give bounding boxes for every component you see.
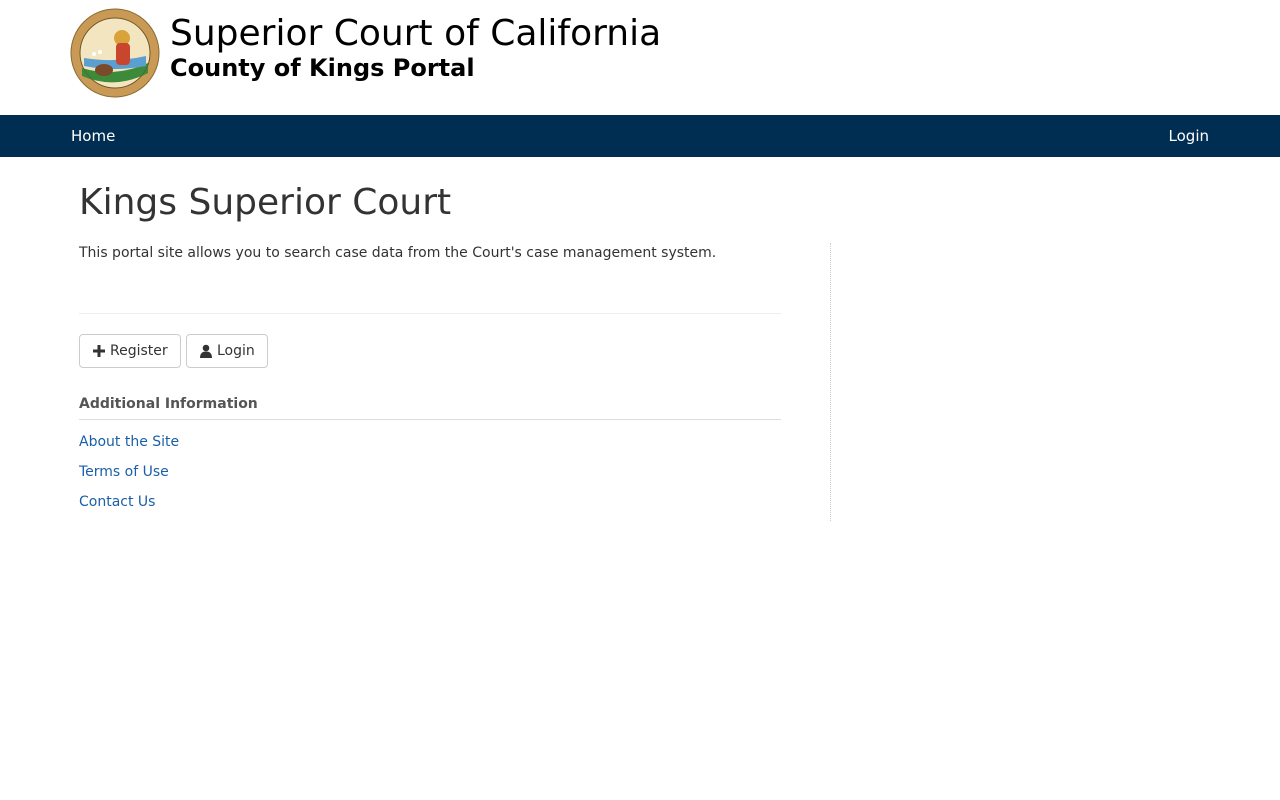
page-title: Kings Superior Court (79, 182, 452, 223)
register-button[interactable]: Register (79, 334, 181, 368)
nav-login-link[interactable]: Login (1169, 115, 1209, 157)
login-button[interactable]: Login (186, 334, 268, 368)
contact-us-link[interactable]: Contact Us (79, 492, 155, 512)
plus-icon (92, 344, 106, 358)
about-site-link[interactable]: About the Site (79, 432, 179, 452)
register-button-label: Register (110, 343, 168, 359)
main-navbar: Home Login (0, 115, 1280, 157)
login-button-label: Login (217, 343, 255, 359)
terms-of-use-link[interactable]: Terms of Use (79, 462, 169, 482)
nav-home-link[interactable]: Home (71, 115, 115, 157)
additional-info-heading: Additional Information (79, 396, 258, 412)
california-seal-icon (70, 8, 160, 98)
site-subtitle: County of Kings Portal (170, 54, 475, 82)
section-divider (79, 419, 781, 420)
user-icon (199, 344, 213, 358)
site-title: Superior Court of California (170, 13, 662, 54)
divider (79, 313, 781, 314)
intro-text: This portal site allows you to search ca… (79, 245, 717, 261)
column-divider (830, 243, 831, 521)
site-header: Superior Court of California County of K… (0, 0, 1280, 115)
